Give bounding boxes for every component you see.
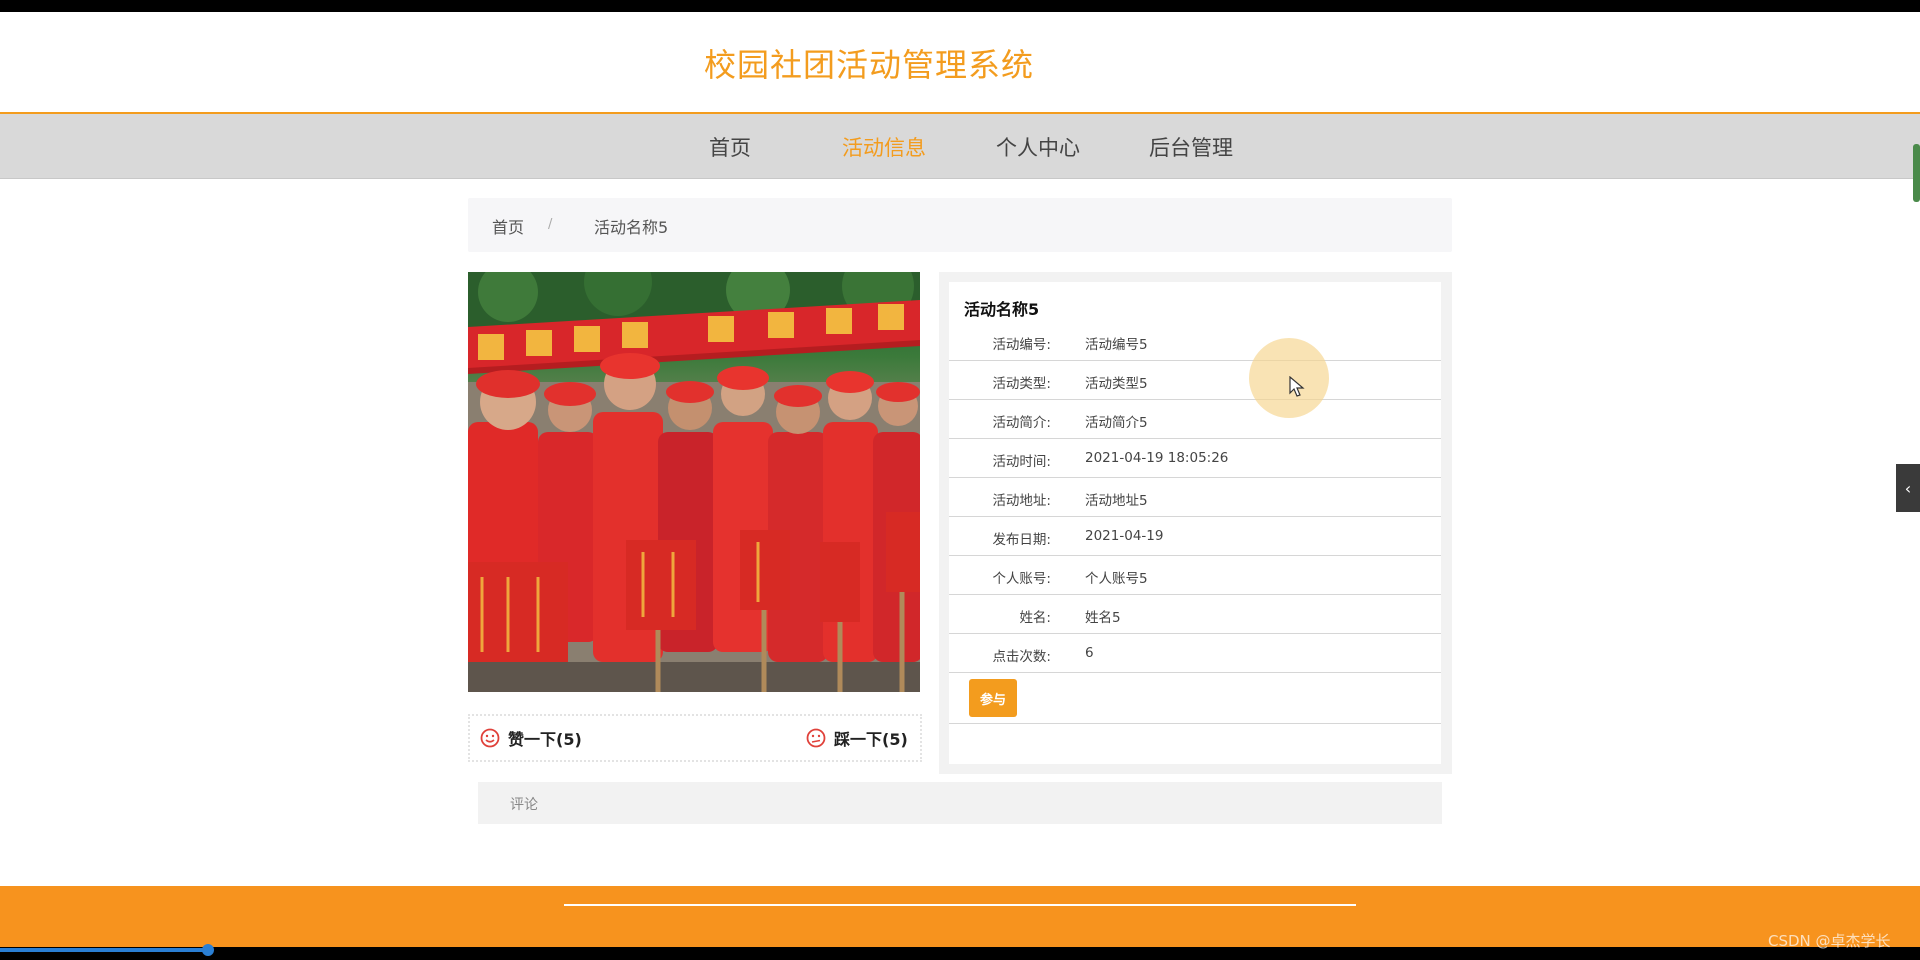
detail-label: 活动时间: (992, 454, 1051, 470)
site-header: 校园社团活动管理系统 (0, 12, 1920, 114)
detail-value: 活动地址5 (1085, 493, 1148, 509)
detail-field-list: 活动编号: 活动编号5 活动类型: 活动类型5 活动简介: 活动简介5 活动时间… (949, 322, 1441, 724)
activity-photo-illustration (468, 272, 920, 692)
like-button[interactable]: 赞一下(5) (480, 726, 582, 750)
detail-row-activity-address: 活动地址: 活动地址5 (949, 478, 1441, 517)
breadcrumb-home-link[interactable]: 首页 (492, 214, 524, 238)
side-panel-toggle[interactable]: ‹ (1896, 464, 1920, 512)
main-nav: 首页 活动信息 个人中心 后台管理 (0, 114, 1920, 179)
detail-label: 个人账号: (992, 571, 1051, 587)
detail-row-publish-date: 发布日期: 2021-04-19 (949, 517, 1441, 556)
nav-item-personal-center[interactable]: 个人中心 (996, 132, 1080, 162)
breadcrumb: 首页 / 活动名称5 (468, 198, 1452, 252)
footer-divider (564, 904, 1356, 906)
dislike-label: 踩一下(5) (834, 730, 908, 749)
detail-row-activity-time: 活动时间: 2021-04-19 18:05:26 (949, 439, 1441, 478)
dislike-button[interactable]: 踩一下(5) (806, 726, 908, 750)
smile-face-icon (480, 728, 500, 748)
detail-label: 活动编号: (992, 337, 1051, 353)
video-progress-handle[interactable] (202, 944, 214, 956)
activity-detail-card: 活动名称5 活动编号: 活动编号5 活动类型: 活动类型5 活动简介: 活动简介… (949, 282, 1441, 764)
detail-label: 姓名: (1019, 610, 1051, 626)
detail-value: 姓名5 (1085, 610, 1121, 626)
detail-row-personal-account: 个人账号: 个人账号5 (949, 556, 1441, 595)
activity-detail-panel: 活动名称5 活动编号: 活动编号5 活动类型: 活动类型5 活动简介: 活动简介… (939, 272, 1452, 774)
activity-photo (468, 272, 920, 692)
nav-item-activities[interactable]: 活动信息 (842, 132, 926, 162)
detail-row-click-count: 点击次数: 6 (949, 634, 1441, 673)
nav-item-admin[interactable]: 后台管理 (1149, 132, 1233, 162)
browser-viewport: 校园社团活动管理系统 首页 活动信息 个人中心 后台管理 首页 / 活动名称5 (0, 12, 1920, 947)
comment-label: 评论 (510, 797, 538, 813)
detail-value: 2021-04-19 (1085, 528, 1164, 544)
detail-value: 活动简介5 (1085, 415, 1148, 431)
detail-value: 活动类型5 (1085, 376, 1148, 392)
frown-face-icon (806, 728, 826, 748)
detail-label: 发布日期: (992, 532, 1051, 548)
like-label: 赞一下(5) (508, 730, 582, 749)
chevron-left-icon: ‹ (1904, 478, 1912, 498)
detail-label: 活动类型: (992, 376, 1051, 392)
detail-label: 活动地址: (992, 493, 1051, 509)
detail-row-activity-type: 活动类型: 活动类型5 (949, 361, 1441, 400)
detail-value: 个人账号5 (1085, 571, 1148, 587)
detail-value: 活动编号5 (1085, 337, 1148, 353)
join-button[interactable]: 参与 (969, 679, 1017, 717)
comment-section-header: 评论 (478, 782, 1442, 824)
breadcrumb-separator: / (548, 217, 553, 232)
nav-item-home[interactable]: 首页 (709, 132, 751, 162)
detail-label: 活动简介: (992, 415, 1051, 431)
watermark: CSDN @卓杰学长 (1768, 932, 1891, 950)
breadcrumb-current: 活动名称5 (594, 218, 669, 237)
detail-value: 6 (1085, 645, 1094, 661)
site-footer (0, 886, 1920, 947)
scrollbar-thumb[interactable] (1913, 144, 1920, 202)
detail-row-activity-id: 活动编号: 活动编号5 (949, 322, 1441, 361)
action-row: 参与 (949, 673, 1441, 724)
detail-value: 2021-04-19 18:05:26 (1085, 450, 1229, 466)
vote-box: 赞一下(5) 踩一下(5) (468, 714, 922, 762)
detail-label: 点击次数: (992, 649, 1051, 665)
site-title: 校园社团活动管理系统 (704, 46, 1035, 84)
activity-title: 活动名称5 (964, 300, 1040, 319)
detail-row-name: 姓名: 姓名5 (949, 595, 1441, 634)
detail-row-activity-summary: 活动简介: 活动简介5 (949, 400, 1441, 439)
video-progress-bar[interactable] (0, 948, 210, 952)
mouse-pointer-icon (1289, 376, 1305, 397)
